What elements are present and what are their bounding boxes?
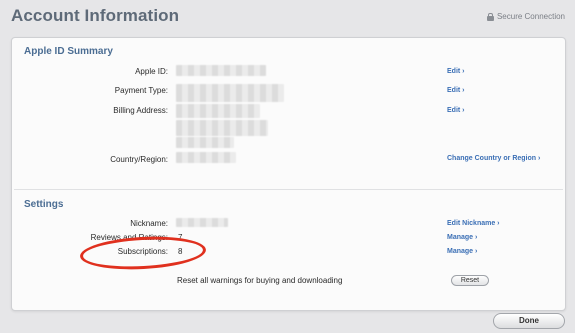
billing-address-edit-link[interactable]: Edit › (447, 107, 465, 114)
apple-id-summary-title: Apple ID Summary (24, 46, 113, 57)
edit-nickname-link[interactable]: Edit Nickname › (447, 220, 500, 227)
apple-id-redacted (176, 65, 266, 76)
payment-type-label: Payment Type: (114, 86, 168, 95)
billing-address-redacted-2 (176, 120, 268, 136)
nickname-label: Nickname: (130, 219, 168, 228)
billing-address-redacted-3 (176, 137, 234, 148)
payment-type-edit-link[interactable]: Edit › (447, 87, 465, 94)
subscriptions-manage-link[interactable]: Manage › (447, 248, 477, 255)
page-title: Account Information (11, 6, 180, 25)
secure-connection-indicator: Secure Connection (486, 12, 565, 21)
payment-type-redacted (176, 84, 284, 102)
apple-id-edit-link[interactable]: Edit › (447, 68, 465, 75)
section-divider (14, 189, 563, 190)
secure-connection-label: Secure Connection (496, 12, 565, 21)
country-region-label: Country/Region: (110, 155, 168, 164)
reset-warnings-text: Reset all warnings for buying and downlo… (177, 276, 343, 285)
reviews-manage-link[interactable]: Manage › (447, 234, 477, 241)
nickname-redacted (176, 218, 228, 227)
billing-address-label: Billing Address: (113, 106, 168, 115)
done-button[interactable]: Done (493, 313, 565, 329)
apple-id-label: Apple ID: (135, 67, 168, 76)
billing-address-redacted-1 (176, 104, 260, 118)
lock-icon (486, 12, 494, 21)
reset-button[interactable]: Reset (451, 275, 489, 286)
change-country-link[interactable]: Change Country or Region › (447, 155, 540, 162)
account-info-card: Apple ID Summary Apple ID: Edit › Paymen… (11, 37, 566, 311)
settings-title: Settings (24, 199, 64, 210)
country-region-redacted (176, 152, 236, 163)
